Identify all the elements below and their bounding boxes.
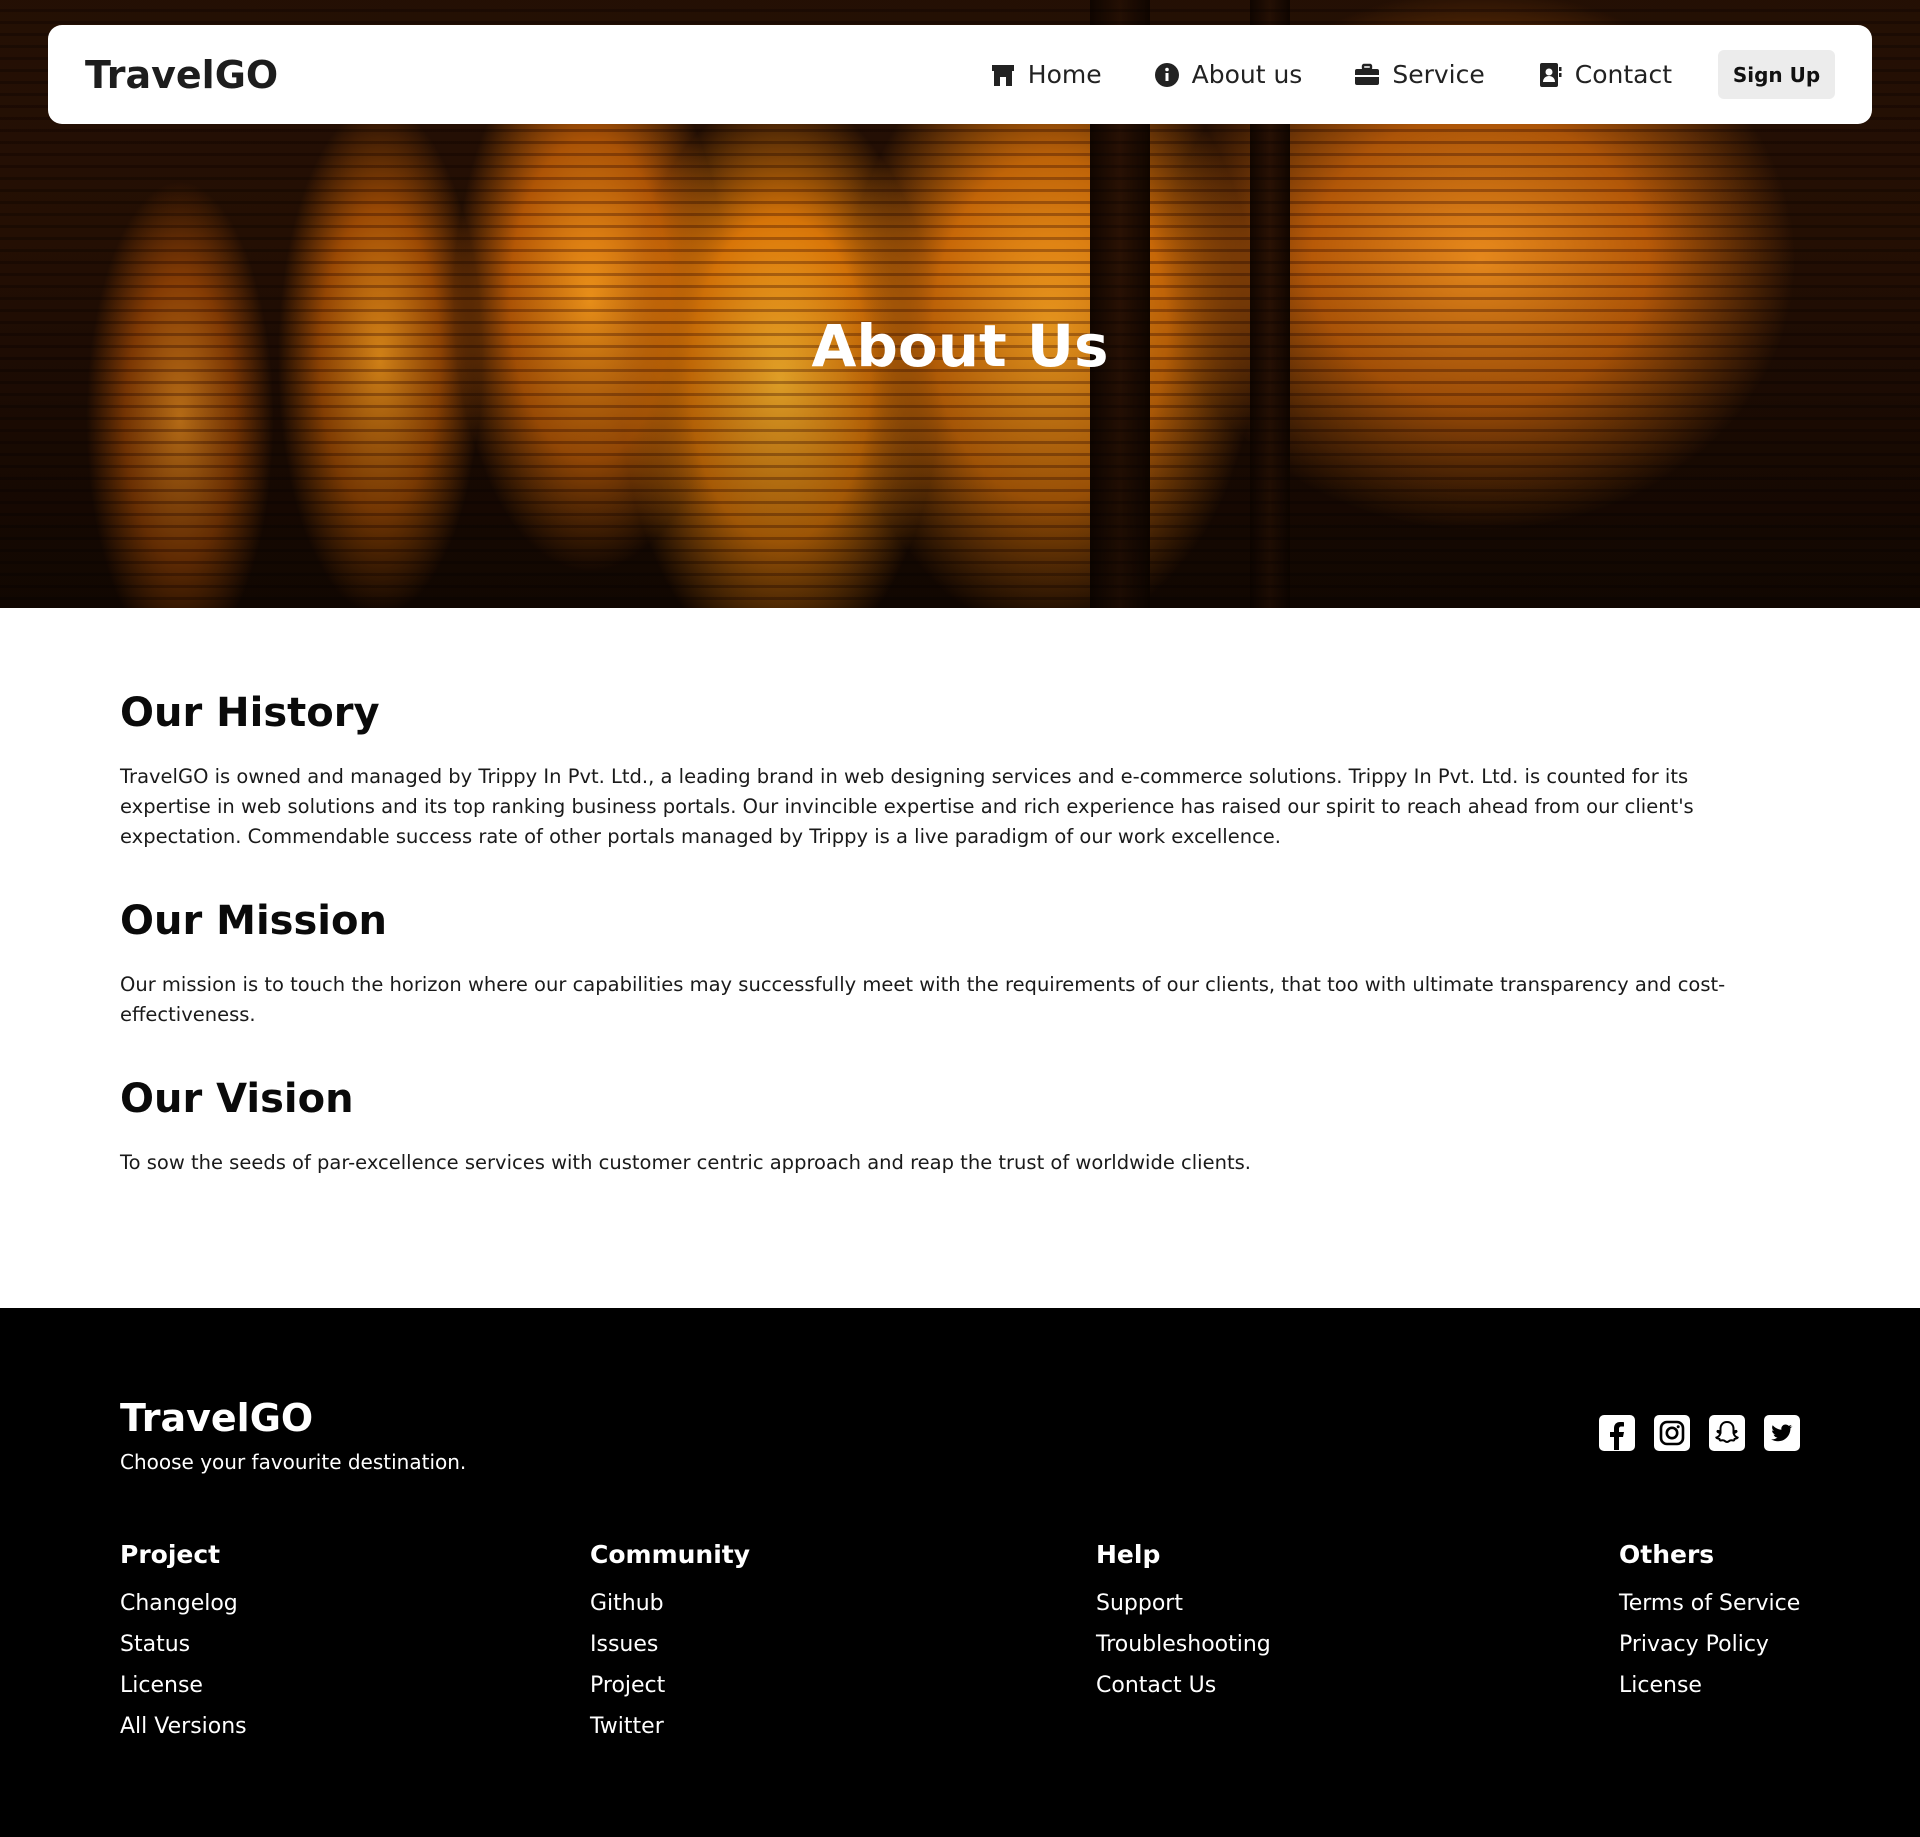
footer-column-others: Others Terms of Service Privacy Policy L…	[1619, 1540, 1800, 1714]
facebook-icon[interactable]	[1598, 1414, 1636, 1452]
nav-about[interactable]: About us	[1154, 60, 1303, 89]
navbar: TravelGO Home About us Service Contact S…	[48, 25, 1872, 124]
section-title: Our Mission	[120, 898, 387, 944]
brand-logo[interactable]: TravelGO	[85, 53, 278, 97]
footer-link[interactable]: Github	[590, 1591, 750, 1632]
footer-link[interactable]: Status	[120, 1632, 247, 1673]
nav-service-label: Service	[1392, 60, 1485, 89]
footer-column-title: Community	[590, 1540, 751, 1569]
footer-link[interactable]: Support	[1096, 1591, 1271, 1632]
section-title: Our History	[120, 690, 380, 736]
section-body: To sow the seeds of par-excellence servi…	[120, 1151, 1251, 1174]
sign-up-button[interactable]: Sign Up	[1718, 50, 1835, 99]
mission-section: Our Mission Our mission is to touch the …	[120, 898, 1780, 1030]
footer-link[interactable]: Issues	[590, 1632, 750, 1673]
section-body: Our mission is to touch the horizon wher…	[120, 973, 1726, 1026]
footer-link[interactable]: Twitter	[590, 1714, 750, 1755]
footer-link[interactable]: Contact Us	[1096, 1673, 1271, 1714]
footer: TravelGO Choose your favourite destinati…	[0, 1308, 1920, 1837]
home-icon	[990, 62, 1016, 88]
footer-column-title: Project	[120, 1540, 221, 1569]
footer-link[interactable]: Troubleshooting	[1096, 1632, 1271, 1673]
footer-column-community: Community Github Issues Project Twitter	[590, 1540, 750, 1755]
footer-link[interactable]: Changelog	[120, 1591, 247, 1632]
footer-link[interactable]: Terms of Service	[1619, 1591, 1800, 1632]
section-title: Our Vision	[120, 1076, 354, 1122]
footer-column-help: Help Support Troubleshooting Contact Us	[1096, 1540, 1271, 1714]
social-links	[1598, 1414, 1801, 1452]
nav-links: Home About us Service Contact	[990, 60, 1672, 89]
briefcase-icon	[1354, 62, 1380, 88]
hero-title: About Us	[811, 312, 1109, 380]
info-icon	[1154, 62, 1180, 88]
footer-link[interactable]: Privacy Policy	[1619, 1632, 1800, 1673]
nav-contact-label: Contact	[1574, 60, 1672, 89]
history-section: Our History TravelGO is owned and manage…	[120, 690, 1780, 852]
twitter-icon[interactable]	[1763, 1414, 1801, 1452]
snapchat-icon[interactable]	[1708, 1414, 1746, 1452]
footer-brand[interactable]: TravelGO	[120, 1396, 313, 1440]
footer-tagline: Choose your favourite destination.	[120, 1450, 467, 1474]
footer-column-title: Help	[1096, 1540, 1161, 1569]
footer-column-project: Project Changelog Status License All Ver…	[120, 1540, 247, 1755]
vision-section: Our Vision To sow the seeds of par-excel…	[120, 1076, 1780, 1178]
about-content: Our History TravelGO is owned and manage…	[120, 690, 1780, 1224]
footer-column-title: Others	[1619, 1540, 1715, 1569]
nav-home-label: Home	[1027, 60, 1102, 89]
contact-card-icon	[1537, 62, 1563, 88]
nav-contact[interactable]: Contact	[1537, 60, 1672, 89]
instagram-icon[interactable]	[1653, 1414, 1691, 1452]
nav-service[interactable]: Service	[1354, 60, 1485, 89]
footer-link[interactable]: License	[120, 1673, 247, 1714]
section-body: TravelGO is owned and managed by Trippy …	[120, 765, 1694, 848]
footer-link[interactable]: All Versions	[120, 1714, 247, 1755]
footer-link[interactable]: License	[1619, 1673, 1800, 1714]
nav-home[interactable]: Home	[990, 60, 1102, 89]
nav-about-label: About us	[1191, 60, 1303, 89]
footer-link[interactable]: Project	[590, 1673, 750, 1714]
